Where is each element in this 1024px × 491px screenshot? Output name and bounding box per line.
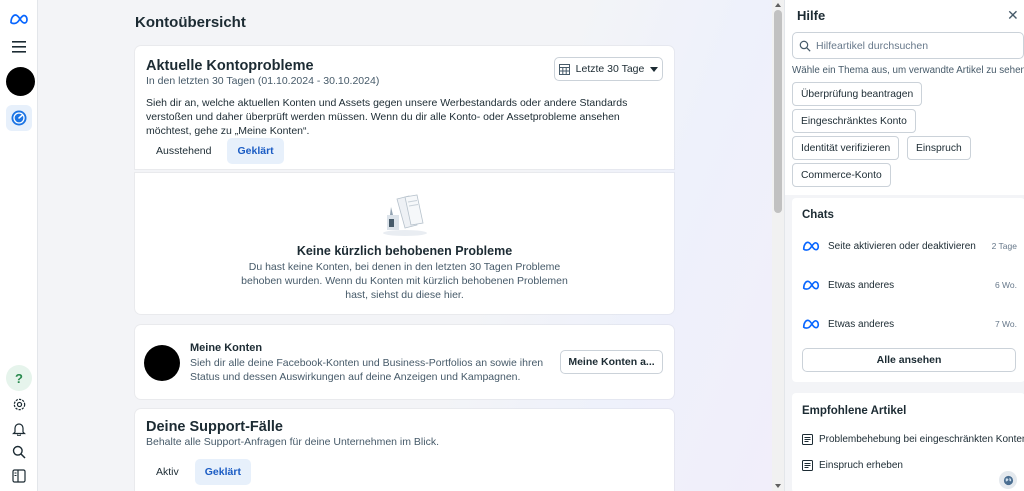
my-accounts-text: Sieh dir alle deine Facebook-Konten und … <box>190 357 544 383</box>
issues-tabs: Ausstehend Geklärt <box>146 138 284 164</box>
article-item[interactable]: Problembehebung bei eingeschränkten Kont… <box>802 434 1024 445</box>
search-icon[interactable] <box>6 439 32 465</box>
see-all-chats-button[interactable]: Alle ansehen <box>802 348 1016 372</box>
page-title: Kontoübersicht <box>135 14 246 31</box>
date-range-dropdown[interactable]: Letzte 30 Tage <box>554 57 663 81</box>
calendar-icon <box>558 63 570 75</box>
chat-item-time: 2 Tage <box>991 241 1017 251</box>
search-icon <box>799 40 811 52</box>
support-title: Deine Support-Fälle <box>146 419 283 435</box>
gear-icon[interactable] <box>6 391 32 417</box>
bell-icon[interactable] <box>6 415 32 441</box>
account-issues-card: Aktuelle Kontoprobleme In den letzten 30… <box>135 46 674 169</box>
article-icon <box>802 434 813 445</box>
card-title: Aktuelle Kontoprobleme <box>146 58 314 74</box>
help-circle-icon[interactable]: ? <box>6 365 32 391</box>
card-description: Sieh dir an, welche aktuellen Konten und… <box>146 97 628 137</box>
support-tabs: Aktiv Geklärt <box>146 459 251 485</box>
my-accounts-card: Meine Konten Sieh dir alle deine Faceboo… <box>135 325 674 399</box>
help-panel: Hilfe ✕ Wähle ein Thema aus, um verwandt… <box>784 0 1024 491</box>
recommended-articles-card: Empfohlene Artikel Problembehebung bei e… <box>792 393 1024 491</box>
support-subtitle: Behalte alle Support-Anfragen für deine … <box>146 436 439 448</box>
scroll-down-arrow-icon[interactable] <box>775 484 781 488</box>
chat-item-time: 7 Wo. <box>994 319 1017 329</box>
article-icon <box>802 460 813 471</box>
left-rail: ? <box>0 0 38 491</box>
help-title: Hilfe <box>797 8 826 23</box>
card-subtitle: In den letzten 30 Tagen (01.10.2024 - 30… <box>146 75 380 87</box>
article-link: Problembehebung bei eingeschränkten Kont… <box>819 434 1024 445</box>
help-search-input[interactable] <box>816 39 1016 52</box>
topic-appeal[interactable]: Einspruch <box>907 136 971 160</box>
articles-title: Empfohlene Artikel <box>802 405 907 417</box>
chat-item-time: 6 Wo. <box>994 280 1017 290</box>
my-accounts-title: Meine Konten <box>190 342 263 354</box>
empty-documents-illustration-icon <box>383 194 427 236</box>
hamburger-menu-icon[interactable] <box>6 34 32 60</box>
avatar <box>144 345 180 381</box>
main-content: Kontoübersicht Aktuelle Kontoprobleme In… <box>38 0 772 491</box>
chat-item[interactable]: Etwas anderes 6 Wo. <box>792 270 1024 300</box>
avatar[interactable] <box>6 67 35 96</box>
main-scrollbar[interactable] <box>772 0 784 491</box>
chat-item-text: Etwas anderes <box>828 279 895 291</box>
tab-resolved[interactable]: Geklärt <box>194 459 251 485</box>
chats-card: Chats Seite aktivieren oder deaktivieren… <box>792 198 1024 382</box>
meta-logo-icon <box>802 280 820 290</box>
sidebar-panel-icon[interactable] <box>6 463 32 489</box>
chats-title: Chats <box>802 209 834 221</box>
support-cases-card: Deine Support-Fälle Behalte alle Support… <box>135 409 674 491</box>
scroll-up-arrow-icon[interactable] <box>775 3 781 7</box>
article-link: Einspruch erheben <box>819 460 903 471</box>
topic-restricted-account[interactable]: Eingeschränktes Konto <box>792 109 916 133</box>
empty-state-text: Du hast keine Konten, bei denen in den l… <box>241 261 568 301</box>
chat-item[interactable]: Seite aktivieren oder deaktivieren 2 Tag… <box>792 231 1024 261</box>
help-search[interactable] <box>792 32 1024 59</box>
tab-active[interactable]: Aktiv <box>146 459 189 485</box>
caret-down-icon <box>650 66 659 72</box>
meta-logo-icon <box>802 241 820 251</box>
chat-item-text: Seite aktivieren oder deaktivieren <box>828 240 976 252</box>
topic-commerce-account[interactable]: Commerce-Konto <box>792 163 891 187</box>
globe-icon[interactable] <box>999 471 1017 489</box>
help-header: Hilfe ✕ Wähle ein Thema aus, um verwandt… <box>785 0 1024 195</box>
chat-item[interactable]: Etwas anderes 7 Wo. <box>792 309 1024 339</box>
topic-verify-identity[interactable]: Identität verifizieren <box>792 136 900 160</box>
chat-item-text: Etwas anderes <box>828 318 895 330</box>
close-icon[interactable]: ✕ <box>1007 7 1019 24</box>
gauge-icon[interactable] <box>6 105 32 131</box>
my-accounts-button[interactable]: Meine Konten a... <box>560 350 663 374</box>
scroll-thumb[interactable] <box>774 10 782 213</box>
article-item[interactable]: Einspruch erheben <box>802 460 903 471</box>
meta-logo-icon[interactable] <box>6 6 32 32</box>
tab-resolved[interactable]: Geklärt <box>227 138 284 164</box>
meta-logo-icon <box>802 319 820 329</box>
topic-hint: Wähle ein Thema aus, um verwandte Artike… <box>792 65 1024 76</box>
date-range-label: Letzte 30 Tage <box>575 63 645 75</box>
tab-pending[interactable]: Ausstehend <box>146 138 221 164</box>
empty-state-panel: Keine kürzlich behobenen Probleme Du has… <box>135 173 674 314</box>
empty-state-title: Keine kürzlich behobenen Probleme <box>296 244 513 258</box>
topic-request-review[interactable]: Überprüfung beantragen <box>792 82 923 106</box>
